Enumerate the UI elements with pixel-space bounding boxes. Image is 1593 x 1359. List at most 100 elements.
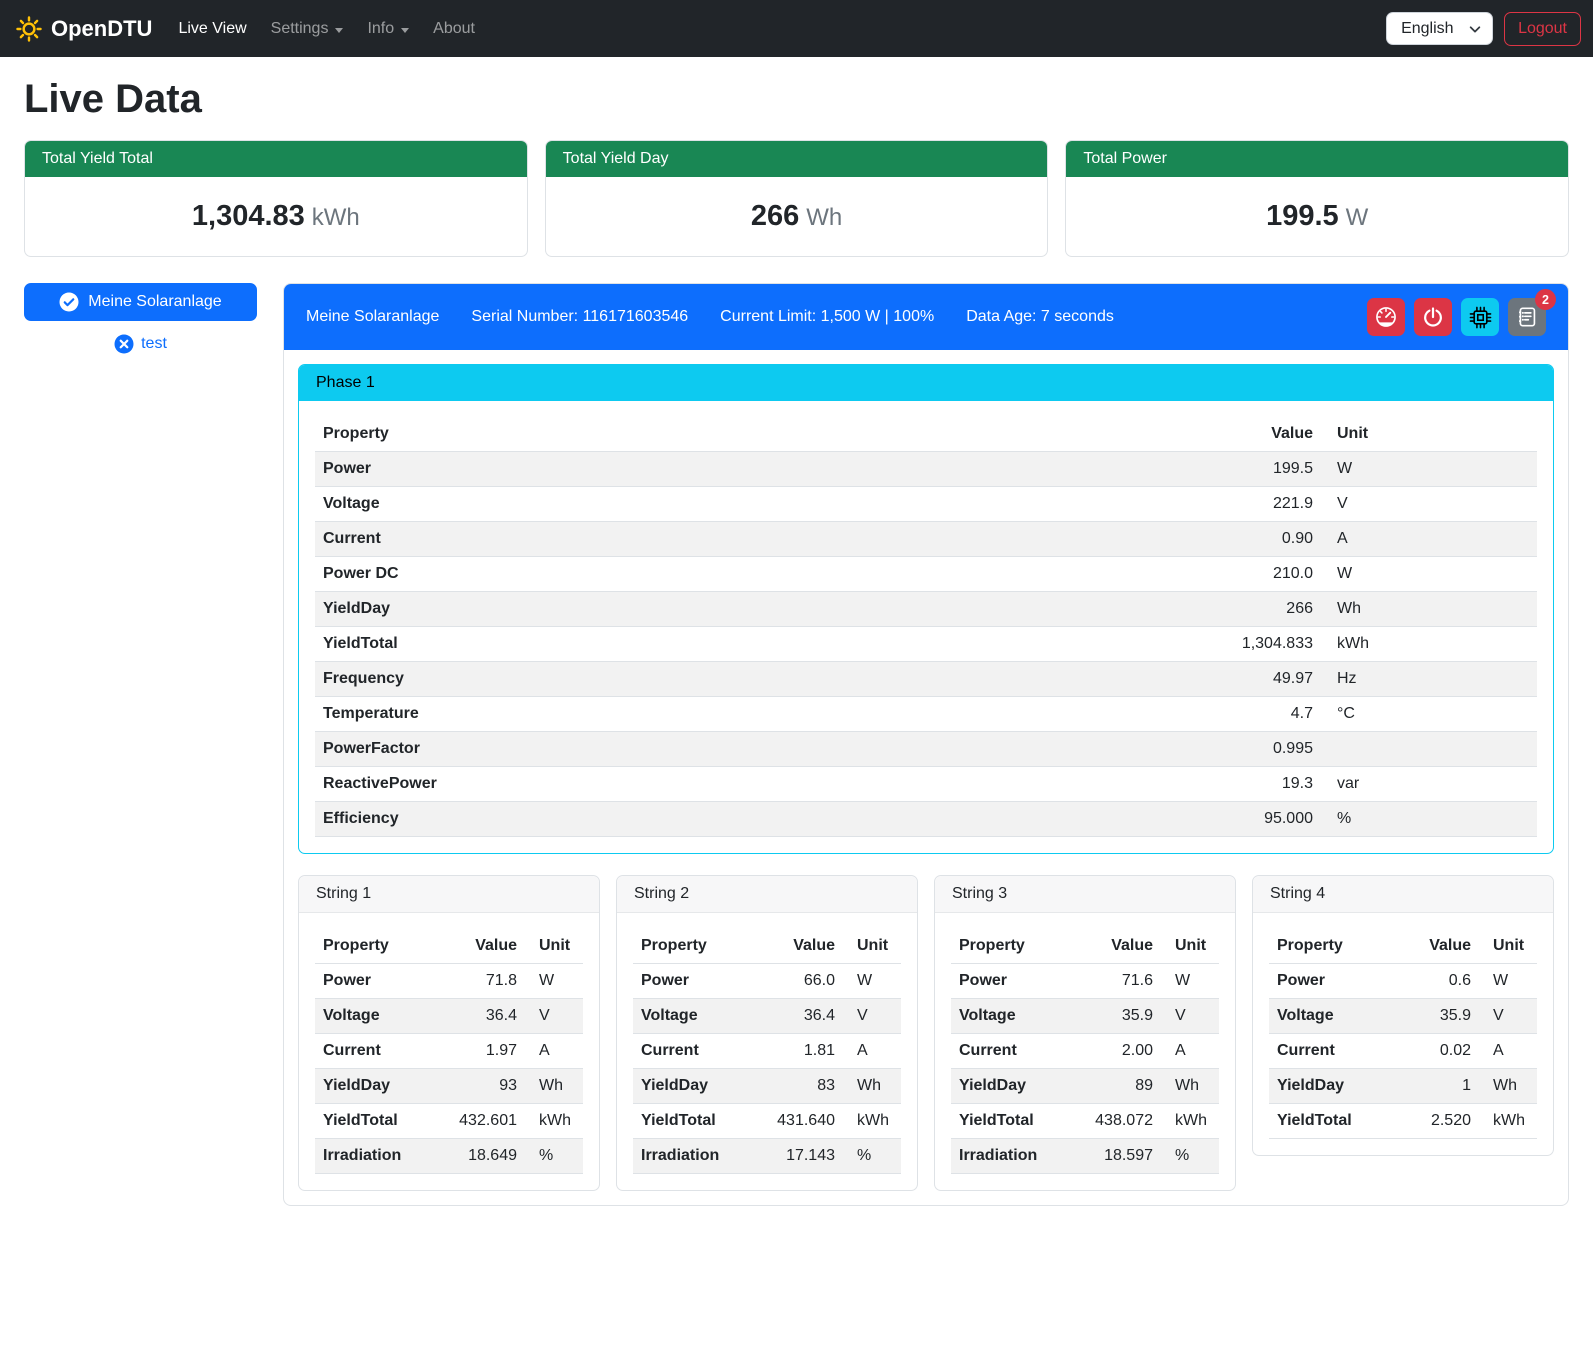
table-row: Voltage221.9V [315, 487, 1537, 522]
column-header-property: Property [315, 929, 441, 964]
strings-row: String 1 Property Value Unit [298, 875, 1554, 1191]
phase-panel: Phase 1 Property Value Unit Power199.5WV… [298, 364, 1554, 854]
value-cell: 431.640 [759, 1104, 843, 1139]
table-header-row: Property Value Unit [633, 929, 901, 964]
summary-card-title: Total Yield Day [546, 141, 1048, 177]
column-header-unit: Unit [1479, 929, 1537, 964]
value-cell: 93 [441, 1069, 525, 1104]
language-select[interactable]: English [1386, 12, 1493, 45]
property-cell: ReactivePower [315, 767, 1171, 802]
property-cell: Power DC [315, 557, 1171, 592]
language-select-wrap: English [1386, 12, 1493, 45]
summary-card-body: 1,304.83kWh [25, 177, 527, 256]
nav-item-info[interactable]: Info [359, 12, 417, 46]
summary-card-unit: Wh [806, 204, 842, 231]
device-info-button[interactable] [1461, 298, 1499, 336]
string-table: Property Value Unit Power0.6WVoltage35.9… [1269, 929, 1537, 1139]
nav-item-live-view[interactable]: Live View [170, 12, 254, 46]
table-row: Power71.8W [315, 964, 583, 999]
table-row: Power0.6W [1269, 964, 1537, 999]
table-row: Current0.90A [315, 522, 1537, 557]
value-cell: 35.9 [1395, 999, 1479, 1034]
table-header-row: Property Value Unit [315, 417, 1537, 452]
property-cell: Irradiation [315, 1139, 441, 1174]
summary-card-total-yield-total: Total Yield Total 1,304.83kWh [24, 140, 528, 257]
value-cell: 438.072 [1077, 1104, 1161, 1139]
value-cell: 199.5 [1171, 452, 1321, 487]
unit-cell: V [1479, 999, 1537, 1034]
summary-row: Total Yield Total 1,304.83kWh Total Yiel… [24, 140, 1569, 257]
inverter-offline-item[interactable]: test [24, 334, 257, 354]
value-cell: 221.9 [1171, 487, 1321, 522]
property-cell: Frequency [315, 662, 1171, 697]
table-row: Voltage35.9V [951, 999, 1219, 1034]
table-row: YieldDay1Wh [1269, 1069, 1537, 1104]
table-row: Voltage36.4V [633, 999, 901, 1034]
unit-cell: % [525, 1139, 583, 1174]
unit-cell: V [1321, 487, 1537, 522]
main-row: Meine Solaranlage test Meine Solaranlage… [24, 283, 1569, 1220]
inverter-offline-label: test [141, 335, 167, 353]
value-cell: 2.520 [1395, 1104, 1479, 1139]
unit-cell: kWh [843, 1104, 901, 1139]
property-cell: Voltage [951, 999, 1077, 1034]
value-cell: 35.9 [1077, 999, 1161, 1034]
table-row: Current0.02A [1269, 1034, 1537, 1069]
value-cell: 1.81 [759, 1034, 843, 1069]
phase-title: Phase 1 [299, 365, 1553, 401]
value-cell: 71.8 [441, 964, 525, 999]
limit-settings-button[interactable] [1367, 298, 1405, 336]
property-cell: YieldTotal [633, 1104, 759, 1139]
table-row: YieldDay89Wh [951, 1069, 1219, 1104]
property-cell: YieldDay [633, 1069, 759, 1104]
inverter-select-button[interactable]: Meine Solaranlage [24, 283, 257, 321]
inverter-header: Meine Solaranlage Serial Number: 1161716… [284, 284, 1568, 350]
string-title: String 2 [617, 876, 917, 913]
table-row: YieldTotal431.640kWh [633, 1104, 901, 1139]
string-panel-1: String 1 Property Value Unit [298, 875, 600, 1191]
value-cell: 19.3 [1171, 767, 1321, 802]
column-header-value: Value [441, 929, 525, 964]
value-cell: 17.143 [759, 1139, 843, 1174]
unit-cell: A [525, 1034, 583, 1069]
unit-cell: A [1161, 1034, 1219, 1069]
column-header-value: Value [759, 929, 843, 964]
value-cell: 66.0 [759, 964, 843, 999]
string-body: Property Value Unit Power71.6WVoltage35.… [935, 913, 1235, 1174]
value-cell: 89 [1077, 1069, 1161, 1104]
column-header-unit: Unit [1321, 417, 1537, 452]
event-count-badge: 2 [1535, 289, 1556, 310]
property-cell: YieldDay [315, 592, 1171, 627]
inverter-name: Meine Solaranlage [306, 308, 439, 326]
table-row: Power DC210.0W [315, 557, 1537, 592]
string-table: Property Value Unit Power71.8WVoltage36.… [315, 929, 583, 1174]
logout-button[interactable]: Logout [1504, 12, 1581, 46]
string-body: Property Value Unit Power0.6WVoltage35.9… [1253, 913, 1553, 1139]
x-circle-icon [114, 334, 134, 354]
string-panel-2: String 2 Property Value Unit [616, 875, 918, 1191]
table-row: PowerFactor0.995 [315, 732, 1537, 767]
summary-card-body: 266Wh [546, 177, 1048, 256]
string-table: Property Value Unit Power66.0WVoltage36.… [633, 929, 901, 1174]
table-row: YieldDay266Wh [315, 592, 1537, 627]
value-cell: 1 [1395, 1069, 1479, 1104]
table-row: YieldDay93Wh [315, 1069, 583, 1104]
column-header-property: Property [633, 929, 759, 964]
unit-cell: A [1479, 1034, 1537, 1069]
event-log-button[interactable]: 2 [1508, 298, 1546, 336]
string-title: String 3 [935, 876, 1235, 913]
power-toggle-button[interactable] [1414, 298, 1452, 336]
nav-item-label: Settings [271, 20, 329, 38]
unit-cell: kWh [525, 1104, 583, 1139]
unit-cell: Wh [1479, 1069, 1537, 1104]
nav-item-settings[interactable]: Settings [263, 12, 352, 46]
nav-item-about[interactable]: About [425, 12, 483, 46]
column-header-property: Property [1269, 929, 1395, 964]
table-row: Voltage36.4V [315, 999, 583, 1034]
value-cell: 1.97 [441, 1034, 525, 1069]
brand-label: OpenDTU [51, 16, 152, 42]
unit-cell: W [1321, 557, 1537, 592]
table-row: ReactivePower19.3var [315, 767, 1537, 802]
phase-body: Property Value Unit Power199.5WVoltage22… [299, 401, 1553, 837]
brand[interactable]: OpenDTU [16, 16, 152, 42]
